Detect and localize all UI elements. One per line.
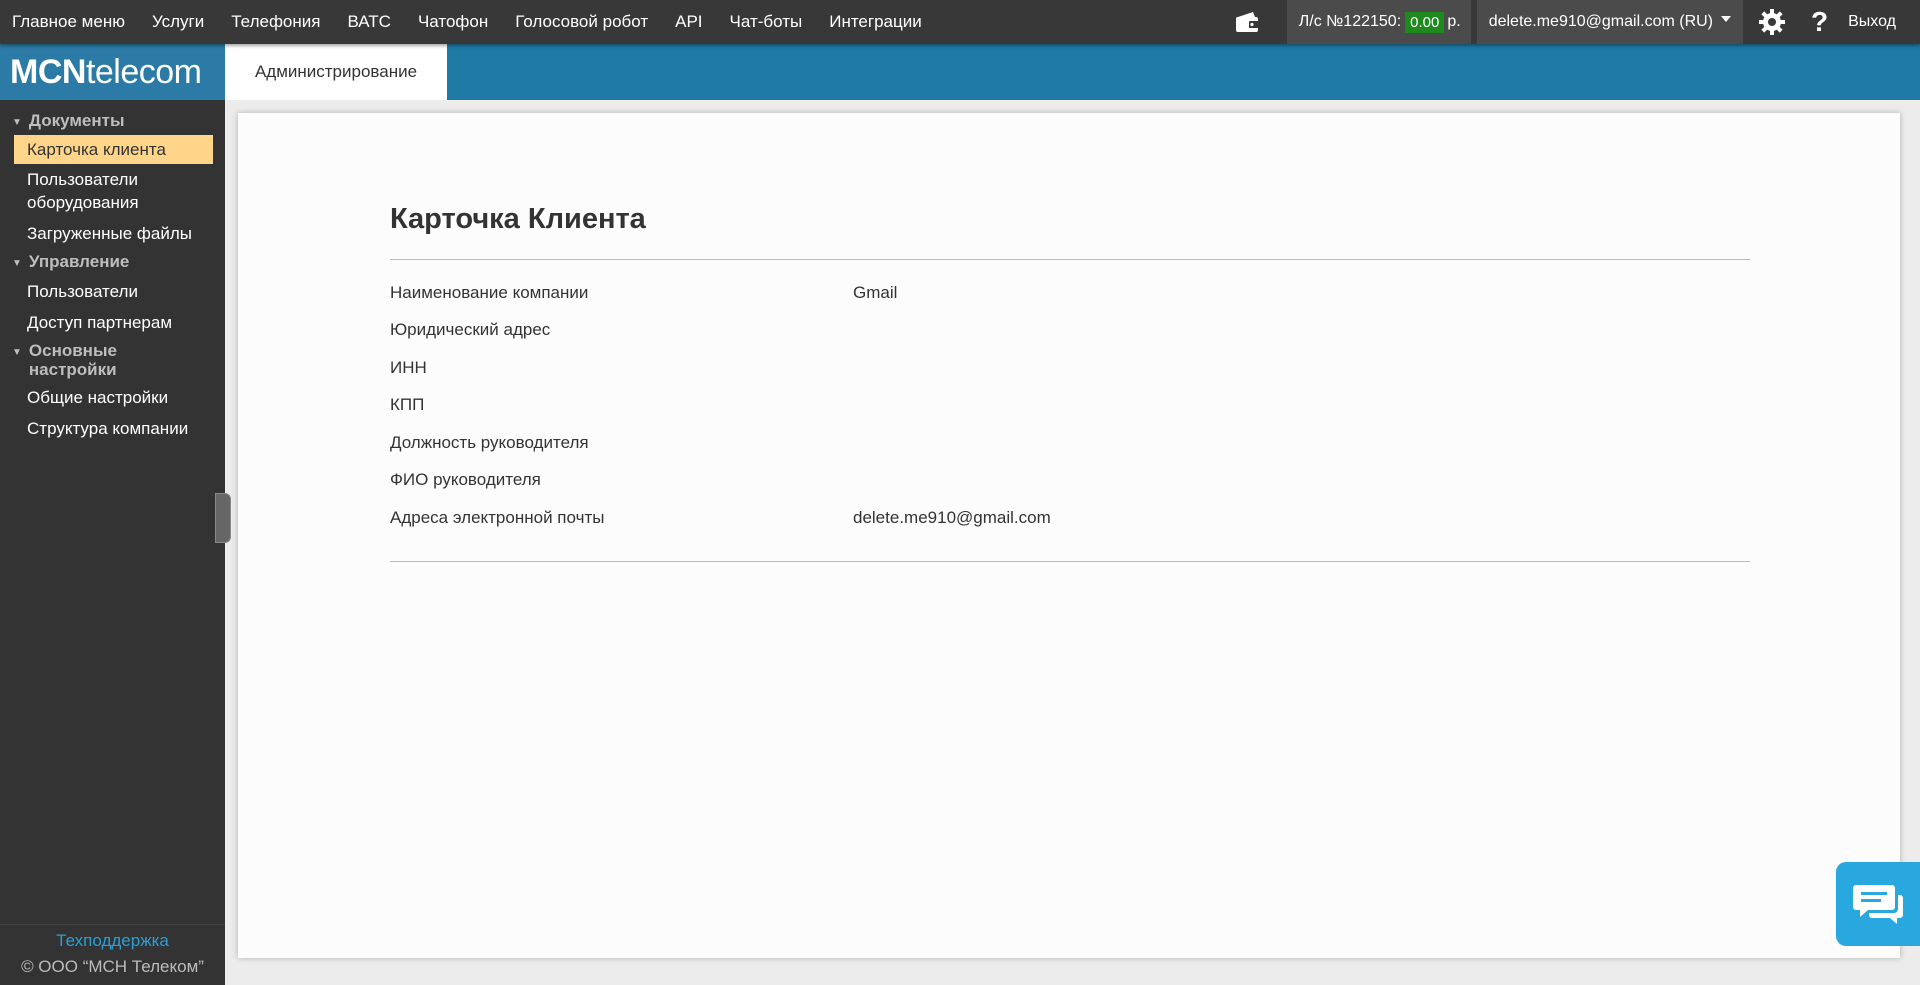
detail-label: Юридический адрес	[390, 320, 551, 340]
logout-link[interactable]: Выход	[1848, 13, 1896, 31]
client-card-panel: Карточка Клиента Наименование компании G…	[238, 113, 1900, 958]
detail-value: delete.me910@gmail.com	[853, 507, 1051, 527]
detail-label: КПП	[390, 395, 425, 415]
logo-light: telecom	[85, 52, 202, 91]
page-title: Карточка Клиента	[390, 203, 646, 235]
detail-value: Gmail	[853, 282, 898, 302]
account-number: Л/с №122150:	[1298, 13, 1402, 30]
sidebar-item-equipment-users[interactable]: Пользователи оборудования	[0, 164, 225, 218]
divider	[390, 560, 1750, 562]
detail-label: Адреса электронной почты	[390, 507, 605, 527]
nav-chatbots[interactable]: Чат-боты	[718, 0, 818, 44]
wallet-icon[interactable]	[1235, 10, 1261, 34]
nav-main-menu[interactable]: Главное меню	[0, 0, 140, 44]
detail-label: Наименование компании	[390, 282, 589, 302]
chat-bubbles-icon[interactable]	[1836, 862, 1920, 946]
top-right-controls: Л/с №122150: 0.00 р. delete.me910@gmail.…	[1235, 0, 1920, 44]
nav-telephony[interactable]: Телефония	[219, 0, 335, 44]
detail-row-inn: ИНН	[390, 349, 1750, 387]
header-band: Администрирование	[225, 44, 1920, 100]
detail-row-director-name: ФИО руководителя	[390, 462, 1750, 500]
chevron-down-icon	[1721, 16, 1732, 22]
nav-api[interactable]: API	[663, 0, 717, 44]
detail-row-legal-address: Юридический адрес	[390, 312, 1750, 350]
balance-value: 0.00	[1405, 11, 1445, 33]
section-title: Документы	[28, 111, 125, 130]
section-documents[interactable]: ▼ Документы	[0, 108, 225, 135]
nav-chatofon[interactable]: Чатофон	[406, 0, 503, 44]
section-main-settings[interactable]: ▼ Основные настройки	[0, 338, 225, 382]
user-email: delete.me910@gmail.com (RU)	[1488, 13, 1714, 30]
sidebar-item-company-structure[interactable]: Структура компании	[0, 413, 225, 444]
top-navigation-bar: Главное меню Услуги Телефония ВАТС Чатоф…	[0, 0, 1920, 44]
sidebar-item-users[interactable]: Пользователи	[0, 276, 225, 307]
section-title: Основные настройки	[28, 341, 117, 379]
sidebar-collapse-handle[interactable]	[215, 493, 231, 543]
section-title: Управление	[28, 252, 130, 271]
detail-row-company-name: Наименование компании Gmail	[390, 274, 1750, 312]
currency: р.	[1447, 13, 1461, 30]
account-balance[interactable]: Л/с №122150: 0.00 р.	[1286, 0, 1471, 44]
logo-bold: MCN	[10, 52, 86, 91]
nav-vats[interactable]: ВАТС	[335, 0, 405, 44]
top-menu: Главное меню Услуги Телефония ВАТС Чатоф…	[0, 0, 937, 44]
triangle-down-icon: ▼	[12, 258, 22, 269]
gear-icon[interactable]	[1757, 7, 1787, 37]
logo[interactable]: MCN telecom	[0, 44, 225, 100]
section-management[interactable]: ▼ Управление	[0, 249, 225, 276]
sidebar-item-uploaded-files[interactable]: Загруженные файлы	[0, 218, 225, 249]
detail-label: ФИО руководителя	[390, 470, 541, 490]
sidebar-footer: Техподдержка © ООО “МСН Телеком”	[0, 924, 225, 985]
copyright: © ООО “МСН Телеком”	[21, 957, 204, 976]
help-icon[interactable]: ?	[1811, 6, 1828, 38]
sidebar-item-partner-access[interactable]: Доступ партнерам	[0, 307, 225, 338]
sidebar: MCN telecom ▼ Документы Карточка клиента …	[0, 44, 225, 985]
support-link[interactable]: Техподдержка	[0, 931, 225, 951]
details-list: Наименование компании Gmail Юридический …	[390, 260, 1750, 561]
nav-integrations[interactable]: Интеграции	[817, 0, 937, 44]
triangle-down-icon: ▼	[12, 117, 22, 128]
nav-voice-robot[interactable]: Голосовой робот	[503, 0, 663, 44]
detail-row-director-position: Должность руководителя	[390, 424, 1750, 462]
nav-services[interactable]: Услуги	[140, 0, 219, 44]
detail-label: Должность руководителя	[390, 432, 589, 452]
tab-administration[interactable]: Администрирование	[225, 44, 447, 100]
sidebar-item-general-settings[interactable]: Общие настройки	[0, 382, 225, 413]
detail-label: ИНН	[390, 357, 427, 377]
sidebar-item-client-card[interactable]: Карточка клиента	[14, 135, 213, 164]
detail-row-kpp: КПП	[390, 387, 1750, 425]
sidebar-menu: ▼ Документы Карточка клиента Пользовател…	[0, 100, 225, 444]
user-dropdown[interactable]: delete.me910@gmail.com (RU)	[1476, 0, 1744, 44]
detail-row-email: Адреса электронной почты delete.me910@gm…	[390, 499, 1750, 537]
card-content: Карточка Клиента Наименование компании G…	[390, 195, 1750, 562]
triangle-down-icon: ▼	[12, 347, 22, 358]
